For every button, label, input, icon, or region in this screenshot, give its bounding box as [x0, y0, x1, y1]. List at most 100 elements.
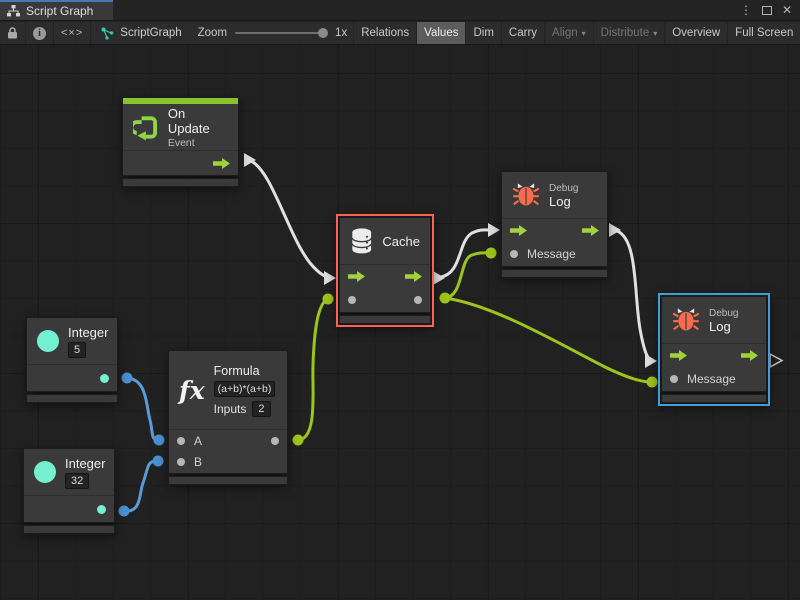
maximize-icon[interactable] [762, 6, 772, 15]
tab-label: Script Graph [26, 4, 93, 18]
green-wire-endpoint [440, 293, 451, 304]
zoom-slider-knob[interactable] [318, 28, 328, 38]
wire-onupdate-to-cache[interactable] [251, 161, 331, 278]
blue-wire-endpoint [122, 373, 133, 384]
flow-input-port[interactable] [670, 350, 687, 361]
integer-value-field[interactable]: 5 [68, 342, 86, 358]
align-dropdown[interactable]: Align▾ [545, 22, 594, 44]
zoom-value: 1x [335, 27, 347, 39]
flow-output-port[interactable] [405, 271, 422, 282]
port-label: B [194, 455, 202, 469]
more-icon[interactable]: ⋮ [740, 3, 752, 17]
overview-button[interactable]: Overview [665, 22, 728, 44]
flow-output-port[interactable] [213, 158, 230, 169]
message-input-port[interactable] [670, 375, 678, 383]
node-footer [122, 178, 239, 187]
code-icon: <×> [61, 27, 83, 39]
values-button[interactable]: Values [417, 22, 466, 44]
flow-arrowhead [324, 271, 336, 285]
dim-button[interactable]: Dim [466, 22, 501, 44]
node-debug-log-1[interactable]: Debug Log Message [501, 171, 608, 278]
graph-tab-icon [7, 5, 20, 17]
fx-icon: fx [179, 378, 205, 403]
value-output-port[interactable] [414, 296, 422, 304]
wire-cache-to-debuglog1-message[interactable] [445, 253, 491, 298]
green-wire-endpoint [293, 435, 304, 446]
blue-wire-endpoint [119, 506, 130, 517]
wire-debuglog1-to-debuglog2[interactable] [617, 231, 650, 360]
node-title: Cache [382, 234, 420, 249]
blue-wire-endpoint [153, 456, 164, 467]
flow-output-port[interactable] [582, 225, 599, 236]
node-subtitle: Event [168, 137, 228, 149]
node-title: Formula [214, 364, 276, 378]
wire-integer1-to-formula-a[interactable] [127, 378, 157, 440]
inputs-count-field[interactable]: 2 [252, 401, 270, 417]
unity-visual-scripting-window: Script Graph ⋮ ✕ i <×> [0, 0, 800, 600]
window-controls: ⋮ ✕ [740, 0, 800, 20]
node-debug-log-2[interactable]: Debug Log Message [661, 296, 767, 403]
flow-input-port[interactable] [510, 225, 527, 236]
node-footer [501, 269, 608, 278]
node-title: Log [549, 194, 578, 209]
green-wire-endpoint [647, 377, 658, 388]
tab-script-graph[interactable]: Script Graph [0, 0, 113, 20]
inputs-label: Inputs [214, 402, 247, 416]
node-cache[interactable]: Cache [339, 217, 431, 324]
graph-toolbar: i <×> ScriptGraph Zoom 1x Relations Valu… [0, 22, 800, 45]
node-formula[interactable]: fx Formula (a+b)*(a+b) Inputs 2 A [168, 350, 288, 485]
value-output-port[interactable] [97, 505, 106, 514]
message-input-port[interactable] [510, 250, 518, 258]
node-footer [168, 476, 288, 485]
integer-value-field[interactable]: 32 [65, 473, 89, 489]
close-icon[interactable]: ✕ [782, 3, 792, 17]
zoom-label: Zoom [198, 27, 227, 39]
port-label: A [194, 434, 202, 448]
edit-source-button[interactable]: <×> [54, 22, 91, 44]
graph-breadcrumb[interactable]: ScriptGraph [91, 22, 191, 44]
lock-icon [7, 27, 18, 39]
fullscreen-button[interactable]: Full Screen [728, 22, 800, 44]
green-wire-endpoint [486, 248, 497, 259]
on-update-loop-icon [133, 114, 159, 141]
script-graph-icon [101, 27, 114, 40]
value-input-port[interactable] [348, 296, 356, 304]
node-on-update[interactable]: On Update Event [122, 97, 239, 187]
node-kicker: Debug [709, 308, 738, 319]
info-button[interactable]: i [26, 22, 54, 44]
chevron-down-icon: ▾ [653, 29, 657, 38]
info-icon: i [33, 27, 46, 40]
node-integer-2[interactable]: Integer 32 [23, 448, 115, 534]
chevron-down-icon: ▾ [582, 29, 586, 38]
flow-arrowhead [244, 153, 256, 167]
value-output-port[interactable] [271, 437, 279, 445]
port-label: Message [527, 247, 576, 261]
formula-expression-field[interactable]: (a+b)*(a+b) [214, 381, 276, 397]
flow-input-port[interactable] [348, 271, 365, 282]
node-footer [661, 394, 767, 403]
distribute-dropdown[interactable]: Distribute▾ [594, 22, 666, 44]
flow-output-port[interactable] [741, 350, 758, 361]
zoom-control: Zoom 1x [192, 22, 354, 44]
lock-button[interactable] [0, 22, 26, 44]
wire-formula-to-cache[interactable] [298, 299, 328, 440]
node-footer [23, 525, 115, 534]
wire-cache-to-debuglog2-message[interactable] [445, 298, 652, 382]
value-output-port[interactable] [100, 374, 109, 383]
titlebar: Script Graph ⋮ ✕ [0, 0, 800, 21]
carry-button[interactable]: Carry [502, 22, 545, 44]
node-title: Integer [65, 456, 105, 471]
node-title: On Update [168, 106, 228, 136]
blue-wire-endpoint [154, 435, 165, 446]
wire-integer2-to-formula-b[interactable] [124, 461, 156, 511]
flow-arrowhead [645, 354, 657, 368]
relations-button[interactable]: Relations [353, 22, 417, 44]
unconnected-flow-triangle[interactable] [770, 354, 782, 367]
input-port-b[interactable] [177, 458, 185, 466]
zoom-slider[interactable] [235, 32, 327, 34]
database-icon [350, 227, 373, 255]
graph-canvas[interactable]: On Update Event [0, 45, 800, 600]
bug-icon [672, 306, 700, 334]
node-integer-1[interactable]: Integer 5 [26, 317, 118, 403]
input-port-a[interactable] [177, 437, 185, 445]
